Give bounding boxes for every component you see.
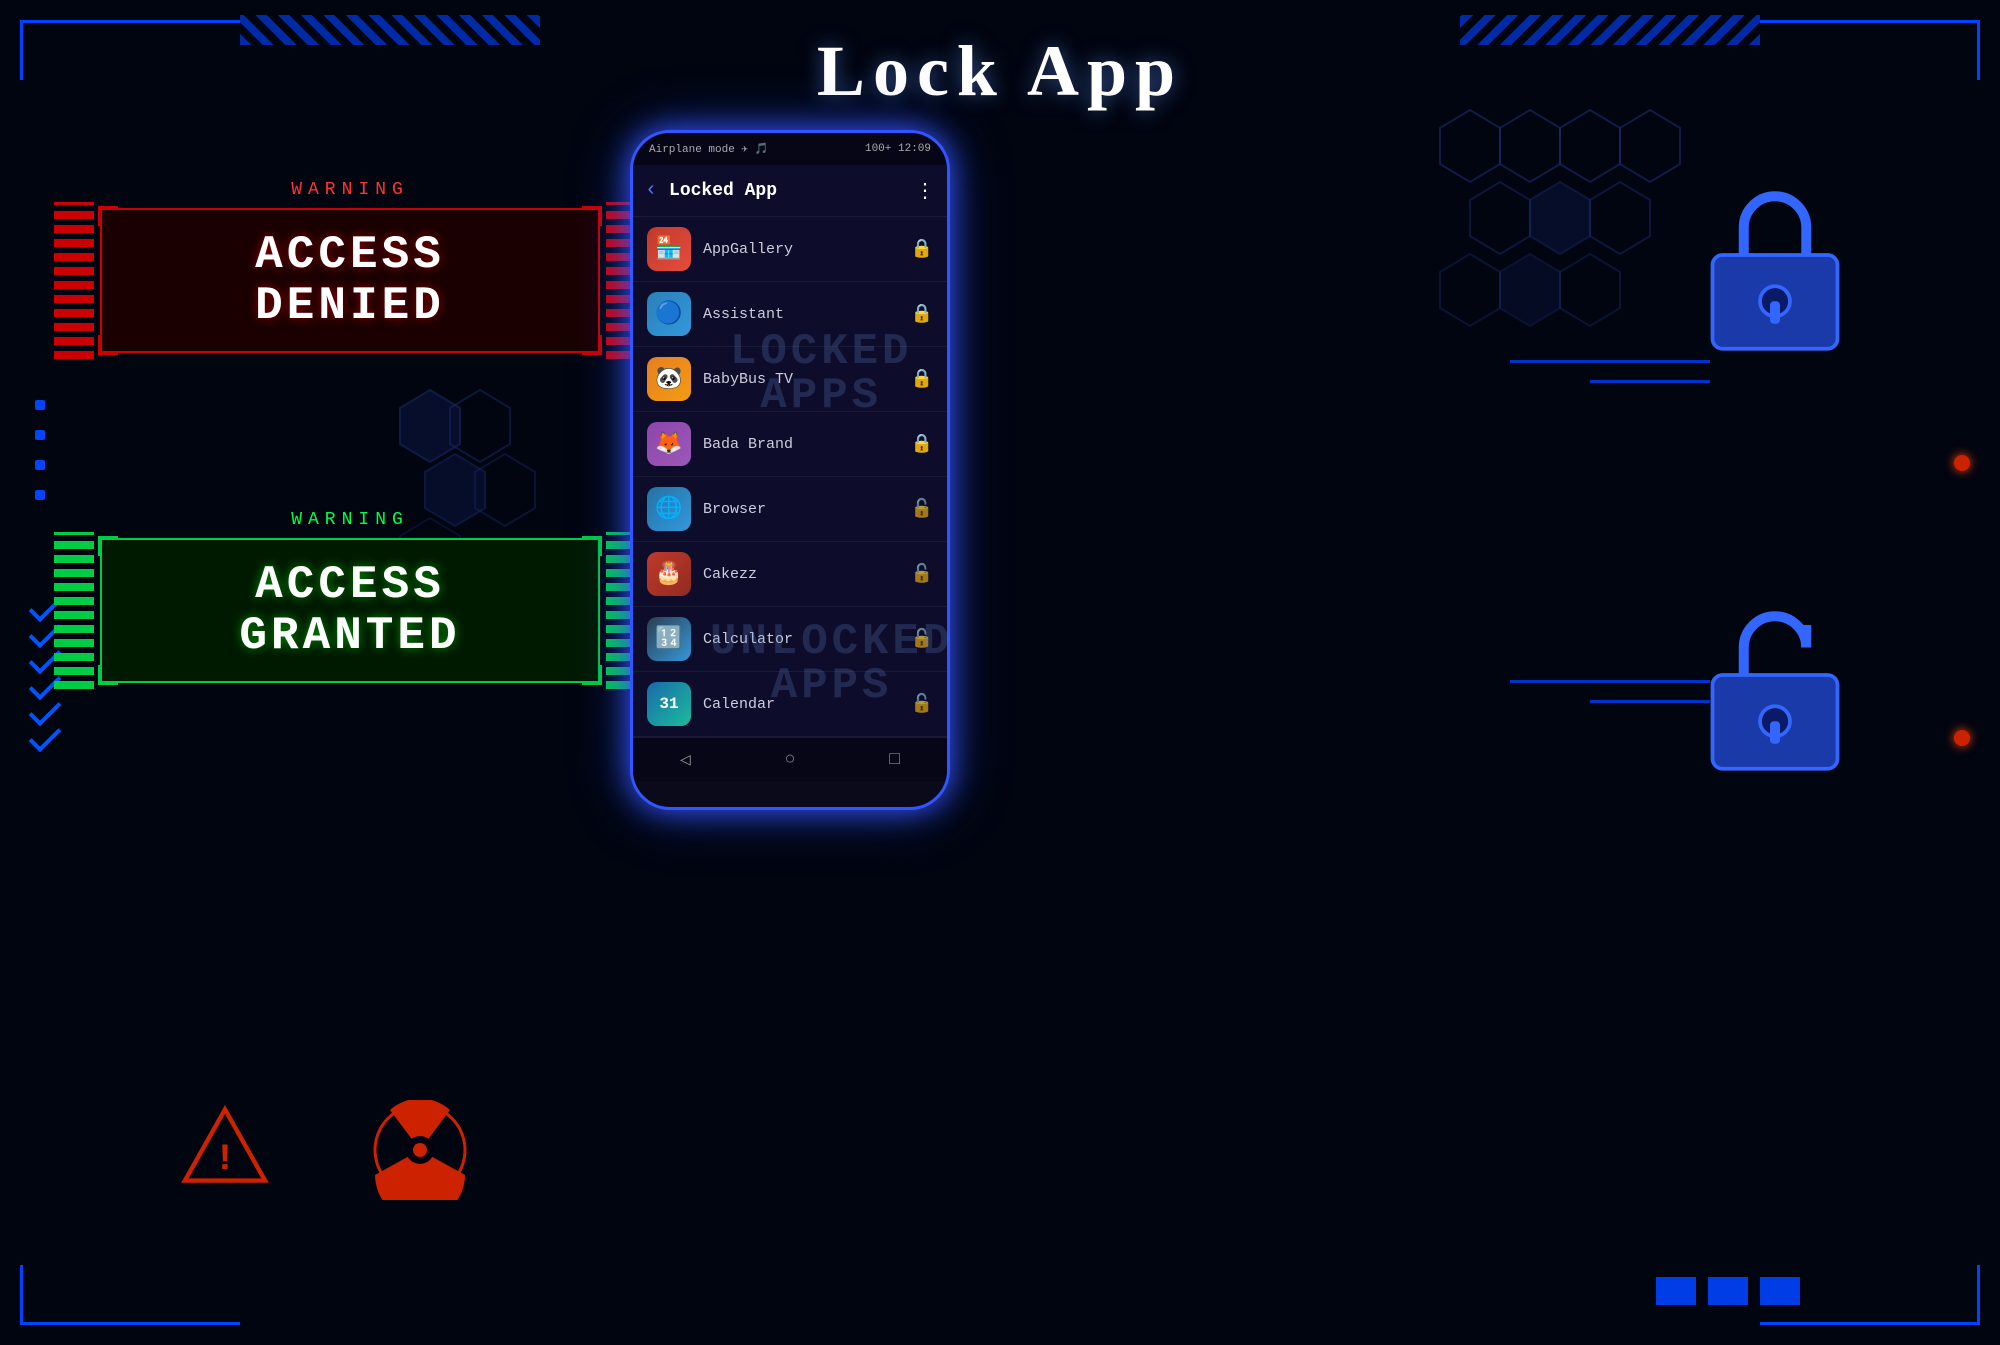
bracket-tr — [582, 206, 602, 226]
back-button[interactable]: ‹ — [645, 179, 657, 202]
corner-decoration-bl — [20, 1265, 240, 1325]
app-icon-assistant: 🔵 — [647, 292, 691, 336]
lock-toggle-browser[interactable]: 🔓 — [911, 498, 933, 520]
hline-right-1 — [1510, 360, 1710, 363]
list-item[interactable]: 🌐 Browser 🔓 — [633, 477, 947, 542]
list-item[interactable]: 31 Calendar 🔓 — [633, 672, 947, 737]
bottom-square-1 — [1656, 1277, 1696, 1305]
status-right-text: 100+ 12:09 — [865, 143, 931, 155]
access-denied-text: ACCESSDENIED — [142, 230, 558, 331]
phone-mockup: Airplane mode ✈ 🎵 100+ 12:09 ‹ Locked Ap… — [630, 130, 950, 810]
warning-label-denied: WARNING — [100, 180, 600, 200]
nav-bar: ◁ ○ □ — [633, 737, 947, 781]
locked-padlock-icon — [1700, 180, 1850, 340]
status-left-text: Airplane mode ✈ 🎵 — [649, 142, 768, 156]
app-header-title: Locked App — [669, 181, 903, 201]
app-name-calendar: Calendar — [703, 696, 899, 713]
bottom-square-2 — [1708, 1277, 1748, 1305]
nav-recent-button[interactable]: □ — [889, 750, 900, 770]
corner-decoration-tl — [20, 20, 240, 80]
nav-home-button[interactable]: ○ — [785, 750, 796, 770]
access-granted-text: ACCESSGRANTED — [142, 560, 558, 661]
app-name-calculator: Calculator — [703, 631, 899, 648]
app-name-bada: Bada Brand — [703, 436, 899, 453]
list-item[interactable]: 🔵 Assistant 🔒 — [633, 282, 947, 347]
lock-toggle-assistant[interactable]: 🔒 — [911, 303, 933, 325]
app-icon-cakezz: 🎂 — [647, 552, 691, 596]
stripe-decoration-tl — [240, 15, 540, 45]
svg-text:!: ! — [214, 1139, 236, 1181]
lock-toggle-appgallery[interactable]: 🔒 — [911, 238, 933, 260]
bracket-tl-g — [98, 536, 118, 556]
phone-outer: Airplane mode ✈ 🎵 100+ 12:09 ‹ Locked Ap… — [630, 130, 950, 810]
page-title: Lock App — [817, 30, 1183, 113]
hline-right-4 — [1590, 700, 1710, 703]
app-name-assistant: Assistant — [703, 306, 899, 323]
app-icon-calculator: 🔢 — [647, 617, 691, 661]
warning-label-granted: WARNING — [100, 510, 600, 530]
lock-toggle-babybus[interactable]: 🔒 — [911, 368, 933, 390]
lock-toggle-calculator[interactable]: 🔓 — [911, 628, 933, 650]
lock-toggle-cakezz[interactable]: 🔓 — [911, 563, 933, 585]
bracket-br — [582, 335, 602, 355]
unlocked-padlock-icon — [1700, 600, 1850, 760]
app-list: 🏪 AppGallery 🔒 🔵 Assistant 🔒 🐼 BabyBus T… — [633, 217, 947, 737]
app-header: ‹ Locked App ⋮ — [633, 165, 947, 217]
hline-right-3 — [1510, 680, 1710, 683]
lock-toggle-bada[interactable]: 🔒 — [911, 433, 933, 455]
right-dot-1 — [1954, 455, 1970, 471]
app-icon-appgallery: 🏪 — [647, 227, 691, 271]
bottom-squares — [1656, 1277, 1800, 1305]
stripe-decoration-tr — [1460, 15, 1760, 45]
access-granted-container: WARNING ACCESSGRANTED — [100, 510, 600, 683]
hline-right-2 — [1590, 380, 1710, 383]
access-granted-box: ACCESSGRANTED — [100, 538, 600, 683]
bottom-square-3 — [1760, 1277, 1800, 1305]
hex-pattern-right — [1420, 100, 1700, 400]
lock-toggle-calendar[interactable]: 🔓 — [911, 693, 933, 715]
app-icon-bada: 🦊 — [647, 422, 691, 466]
list-item[interactable]: 🦊 Bada Brand 🔒 — [633, 412, 947, 477]
status-right: 100+ 12:09 — [865, 143, 931, 155]
status-bar: Airplane mode ✈ 🎵 100+ 12:09 — [633, 133, 947, 165]
list-item[interactable]: 🎂 Cakezz 🔓 — [633, 542, 947, 607]
nav-back-button[interactable]: ◁ — [680, 749, 691, 771]
bracket-tr-g — [582, 536, 602, 556]
list-item[interactable]: 🔢 Calculator 🔓 — [633, 607, 947, 672]
bracket-bl — [98, 335, 118, 355]
list-item[interactable]: 🐼 BabyBus TV 🔒 — [633, 347, 947, 412]
list-item[interactable]: 🏪 AppGallery 🔒 — [633, 217, 947, 282]
app-icon-calendar: 31 — [647, 682, 691, 726]
app-name-babybus: BabyBus TV — [703, 371, 899, 388]
bracket-bl-g — [98, 665, 118, 685]
app-icon-browser: 🌐 — [647, 487, 691, 531]
app-icon-babybus: 🐼 — [647, 357, 691, 401]
status-left: Airplane mode ✈ 🎵 — [649, 142, 768, 156]
app-name-browser: Browser — [703, 501, 899, 518]
right-dot-2 — [1954, 730, 1970, 746]
bracket-tl — [98, 206, 118, 226]
app-name-cakezz: Cakezz — [703, 566, 899, 583]
warning-triangle-icon: ! — [180, 1105, 270, 1185]
access-denied-container: WARNING ACCESSDENIED — [100, 180, 600, 353]
app-name-appgallery: AppGallery — [703, 241, 899, 258]
left-dot-decoration — [35, 400, 45, 500]
menu-dots-button[interactable]: ⋮ — [915, 178, 935, 204]
access-denied-box: ACCESSDENIED — [100, 208, 600, 353]
radiation-icon — [370, 1100, 470, 1200]
corner-decoration-tr — [1760, 20, 1980, 80]
bracket-br-g — [582, 665, 602, 685]
